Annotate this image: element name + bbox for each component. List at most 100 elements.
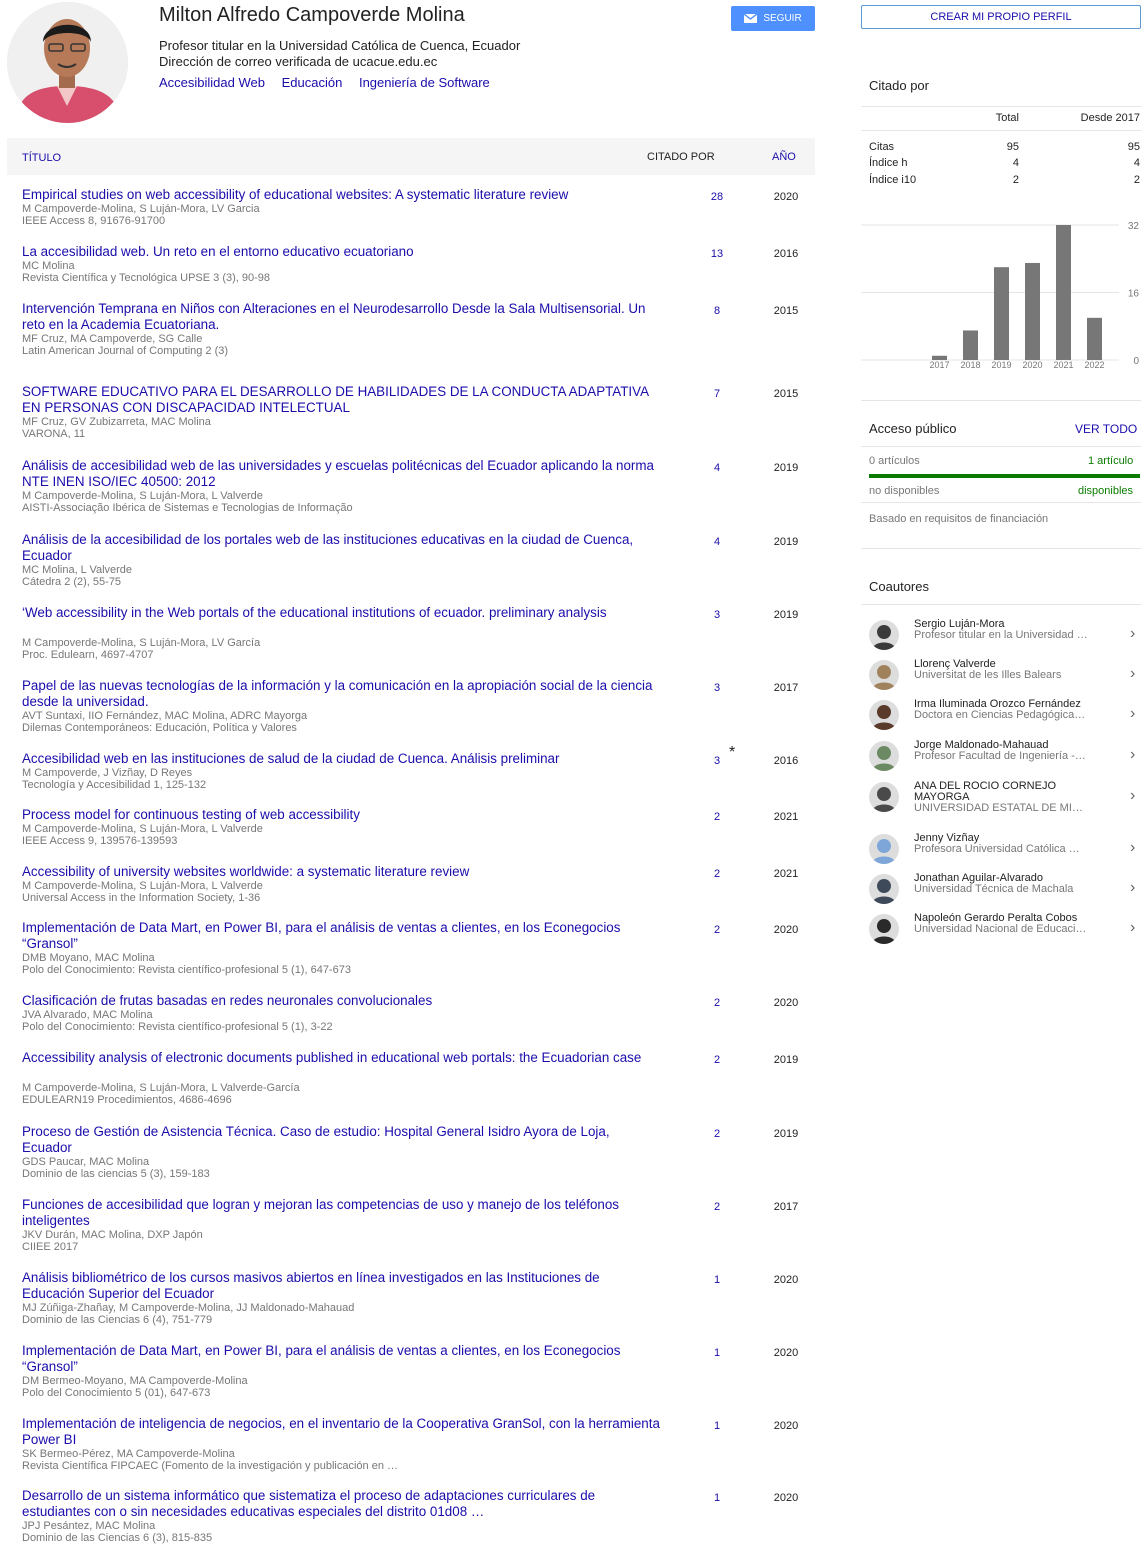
- article-venue: IEEE Access 8, 91676-91700: [22, 215, 166, 227]
- article-title[interactable]: La accesibilidad web. Un reto en el ento…: [22, 244, 662, 260]
- coauthor-affiliation: Universidad Nacional de Educaci…: [914, 924, 1087, 935]
- article-title[interactable]: Implementación de Data Mart, en Power BI…: [22, 1343, 662, 1375]
- article-title[interactable]: Desarrollo de un sistema informático que…: [22, 1488, 662, 1520]
- chart-bar-2021[interactable]: [1056, 225, 1071, 360]
- coauthor-avatar: [869, 660, 899, 690]
- article-title[interactable]: Papel de las nuevas tecnologías de la in…: [22, 678, 662, 710]
- article-venue: Revista Científica FIPCAEC (Fomento de l…: [22, 1460, 399, 1472]
- article-authors: AVT Suntaxi, IIO Fernández, MAC Molina, …: [22, 710, 308, 722]
- article-cited-count[interactable]: 1: [697, 1420, 737, 1432]
- article-title[interactable]: Empirical studies on web accessibility o…: [22, 187, 662, 203]
- x-tick-label: 2022: [1084, 360, 1104, 370]
- create-profile-button[interactable]: CREAR MI PROPIO PERFIL: [861, 5, 1141, 29]
- article-title[interactable]: Process model for continuous testing of …: [22, 807, 662, 823]
- article-cited-count[interactable]: 2: [697, 811, 737, 823]
- coauthor-item[interactable]: Irma Iluminada Orozco Fernández Doctora …: [861, 694, 1145, 734]
- article-title[interactable]: Análisis bibliométrico de los cursos mas…: [22, 1270, 662, 1302]
- article-authors: M Campoverde-Molina, S Luján-Mora, L Val…: [22, 1082, 300, 1094]
- article-title[interactable]: SOFTWARE EDUCATIVO PARA EL DESARROLLO DE…: [22, 384, 662, 416]
- article-cited-count[interactable]: 3: [697, 682, 737, 694]
- article-cited-count[interactable]: 4: [697, 462, 737, 474]
- metric-label: Índice h: [869, 157, 908, 169]
- coauthor-item[interactable]: Napoleón Gerardo Peralta Cobos Universid…: [861, 908, 1145, 948]
- divider: [861, 130, 1141, 131]
- article-cited-count[interactable]: 2: [697, 924, 737, 936]
- article-title[interactable]: Funciones de accesibilidad que logran y …: [22, 1197, 662, 1229]
- sort-by-cited[interactable]: CITADO POR: [647, 151, 715, 163]
- y-tick-label: 0: [1133, 356, 1139, 367]
- view-all-link[interactable]: VER TODO: [1075, 422, 1137, 436]
- article-title[interactable]: ‘Web accessibility in the Web portals of…: [22, 605, 662, 621]
- article-year: 2021: [773, 868, 799, 880]
- interest-link[interactable]: Ingeniería de Software: [359, 75, 490, 90]
- interest-link[interactable]: Educación: [282, 75, 343, 90]
- chevron-right-icon: ›: [1130, 839, 1136, 856]
- article-title[interactable]: Accesibilidad web en las instituciones d…: [22, 751, 662, 767]
- article-cited-count[interactable]: 1: [697, 1347, 737, 1359]
- article-year: 2016: [773, 755, 799, 767]
- article-title[interactable]: Clasificación de frutas basadas en redes…: [22, 993, 662, 1009]
- article-cited-count[interactable]: 2: [697, 1054, 737, 1066]
- article-year: 2020: [773, 191, 799, 203]
- article-cited-count[interactable]: 2: [697, 997, 737, 1009]
- interest-link[interactable]: Accesibilidad Web: [159, 75, 265, 90]
- article-cited-count[interactable]: 4: [697, 536, 737, 548]
- coauthor-item[interactable]: ANA DEL ROCIO CORNEJO MAYORGA UNIVERSIDA…: [861, 776, 1145, 816]
- funding-note: Basado en requisitos de financiación: [869, 513, 1049, 525]
- article-title[interactable]: Implementación de Data Mart, en Power BI…: [22, 920, 662, 952]
- chart-bar-2019[interactable]: [994, 267, 1009, 360]
- available-count[interactable]: 1 artículo: [1088, 455, 1133, 467]
- article-title[interactable]: Accessibility of university websites wor…: [22, 864, 662, 880]
- article-cited-count[interactable]: 2: [697, 1201, 737, 1213]
- article-authors: JPJ Pesántez, MAC Molina: [22, 1520, 156, 1532]
- divider: [861, 604, 1141, 605]
- coauthor-affiliation: Profesor titular en la Universidad …: [914, 630, 1088, 641]
- chevron-right-icon: ›: [1130, 919, 1136, 936]
- article-title[interactable]: Accessibility analysis of electronic doc…: [22, 1050, 662, 1066]
- follow-button[interactable]: SEGUIR: [731, 6, 815, 31]
- article-venue: Universal Access in the Information Soci…: [22, 892, 261, 904]
- article-title[interactable]: Proceso de Gestión de Asistencia Técnica…: [22, 1124, 662, 1156]
- article-authors: M Campoverde-Molina, S Luján-Mora, L Val…: [22, 823, 263, 835]
- metrics-header-total: Total: [995, 112, 1019, 124]
- article-cited-count[interactable]: 1: [697, 1492, 737, 1504]
- article-cited-count[interactable]: 3: [697, 609, 737, 621]
- article-cited-count[interactable]: 1: [697, 1274, 737, 1286]
- coauthor-item[interactable]: Jenny Vizñay Profesora Universidad Catól…: [861, 828, 1145, 868]
- article-title[interactable]: Análisis de la accesibilidad de los port…: [22, 532, 662, 564]
- merged-citations-star[interactable]: *: [729, 744, 735, 762]
- article-title[interactable]: Análisis de accesibilidad web de las uni…: [22, 458, 662, 490]
- y-tick-label: 16: [1128, 289, 1140, 300]
- article-title[interactable]: Implementación de inteligencia de negoci…: [22, 1416, 662, 1448]
- article-authors: MC Molina, L Valverde: [22, 564, 133, 576]
- article-cited-count[interactable]: 2: [697, 868, 737, 880]
- article-year: 2020: [773, 1347, 799, 1359]
- article-cited-count[interactable]: 2: [697, 1128, 737, 1140]
- article-authors: M Campoverde-Molina, S Luján-Mora, LV Ga…: [22, 203, 260, 215]
- article-authors: DM Bermeo-Moyano, MA Campoverde-Molina: [22, 1375, 248, 1387]
- coauthor-item[interactable]: Jonathan Aguilar-Alvarado Universidad Té…: [861, 868, 1145, 908]
- article-cited-count[interactable]: 8: [697, 305, 737, 317]
- sort-by-year[interactable]: AÑO: [772, 151, 796, 163]
- coauthor-item[interactable]: Llorenç Valverde Universitat de les Ille…: [861, 654, 1145, 694]
- coauthor-item[interactable]: Jorge Maldonado-Mahauad Profesor Faculta…: [861, 735, 1145, 775]
- coauthor-avatar: [869, 914, 899, 944]
- coauthor-affiliation: UNIVERSIDAD ESTATAL DE MI…: [914, 803, 1083, 814]
- article-cited-count[interactable]: 28: [697, 191, 737, 203]
- article-title[interactable]: Intervención Temprana en Niños con Alter…: [22, 301, 662, 333]
- metric-label: Citas: [869, 141, 895, 153]
- article-venue: EDULEARN19 Procedimientos, 4686-4696: [22, 1094, 232, 1106]
- coauthor-name: Llorenç Valverde: [914, 658, 996, 670]
- article-cited-count[interactable]: 7: [697, 388, 737, 400]
- profile-photo: [7, 2, 128, 123]
- coauthor-affiliation: Profesor Facultad de Ingeniería -…: [914, 751, 1086, 762]
- coauthor-item[interactable]: Sergio Luján-Mora Profesor titular en la…: [861, 614, 1145, 654]
- chart-bar-2022[interactable]: [1087, 317, 1102, 360]
- profile-email-verified: Dirección de correo verificada de ucacue…: [159, 54, 438, 69]
- profile-photo-image: [7, 2, 128, 123]
- sort-by-title[interactable]: TÍTULO: [22, 152, 61, 164]
- chart-bar-2020[interactable]: [1025, 262, 1040, 360]
- unavailable-count[interactable]: 0 artículos: [869, 455, 920, 467]
- chart-bar-2018[interactable]: [963, 330, 978, 360]
- article-cited-count[interactable]: 13: [697, 248, 737, 260]
